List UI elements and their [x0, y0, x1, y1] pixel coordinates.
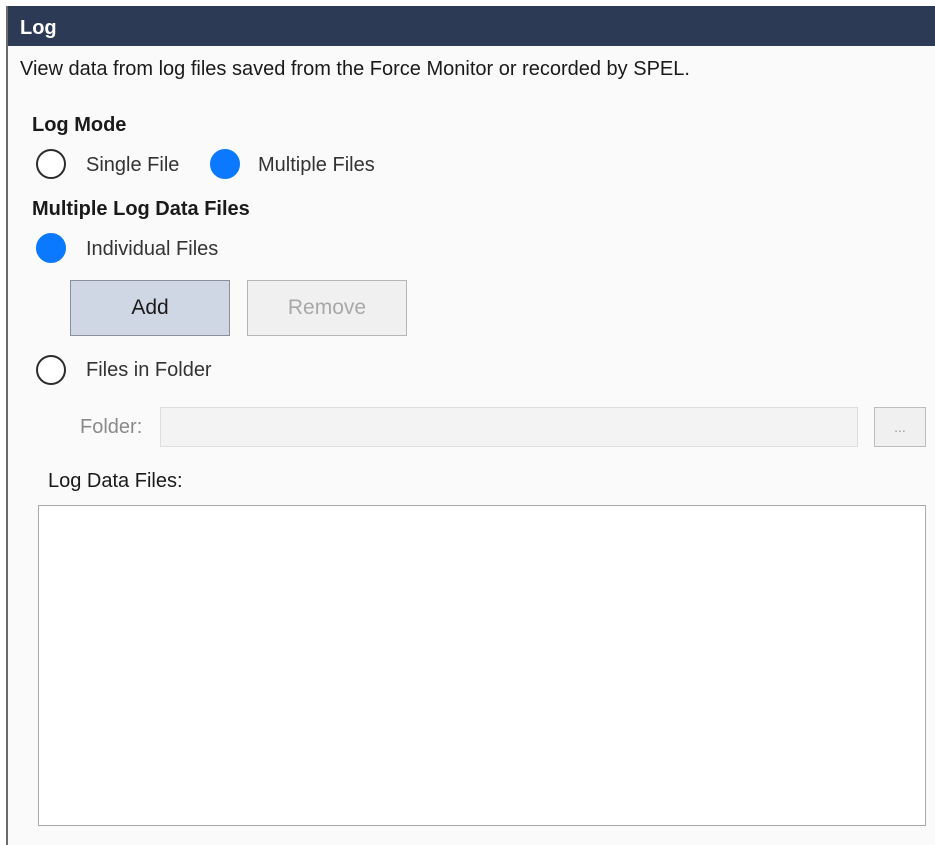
folder-input[interactable] [160, 407, 858, 447]
log-panel: Log View data from log files saved from … [6, 6, 935, 845]
single-file-radio[interactable] [36, 149, 66, 179]
panel-title: Log [8, 6, 935, 46]
files-in-folder-radio[interactable] [36, 355, 66, 385]
panel-description: View data from log files saved from the … [20, 58, 690, 80]
individual-files-label[interactable]: Individual Files [86, 238, 218, 261]
log-mode-heading: Log Mode [32, 114, 127, 136]
multiple-files-radio[interactable] [210, 149, 240, 179]
multiple-files-label[interactable]: Multiple Files [258, 154, 375, 177]
single-file-label[interactable]: Single File [86, 154, 179, 177]
add-button[interactable]: Add [70, 280, 230, 336]
multiple-log-data-files-heading: Multiple Log Data Files [32, 198, 250, 220]
browse-folder-button[interactable]: ... [874, 407, 926, 447]
log-data-files-label: Log Data Files: [48, 470, 183, 492]
remove-button[interactable]: Remove [247, 280, 407, 336]
files-in-folder-label[interactable]: Files in Folder [86, 359, 212, 382]
log-data-files-list[interactable] [38, 505, 926, 826]
folder-field-label: Folder: [80, 416, 143, 438]
individual-files-radio[interactable] [36, 233, 66, 263]
